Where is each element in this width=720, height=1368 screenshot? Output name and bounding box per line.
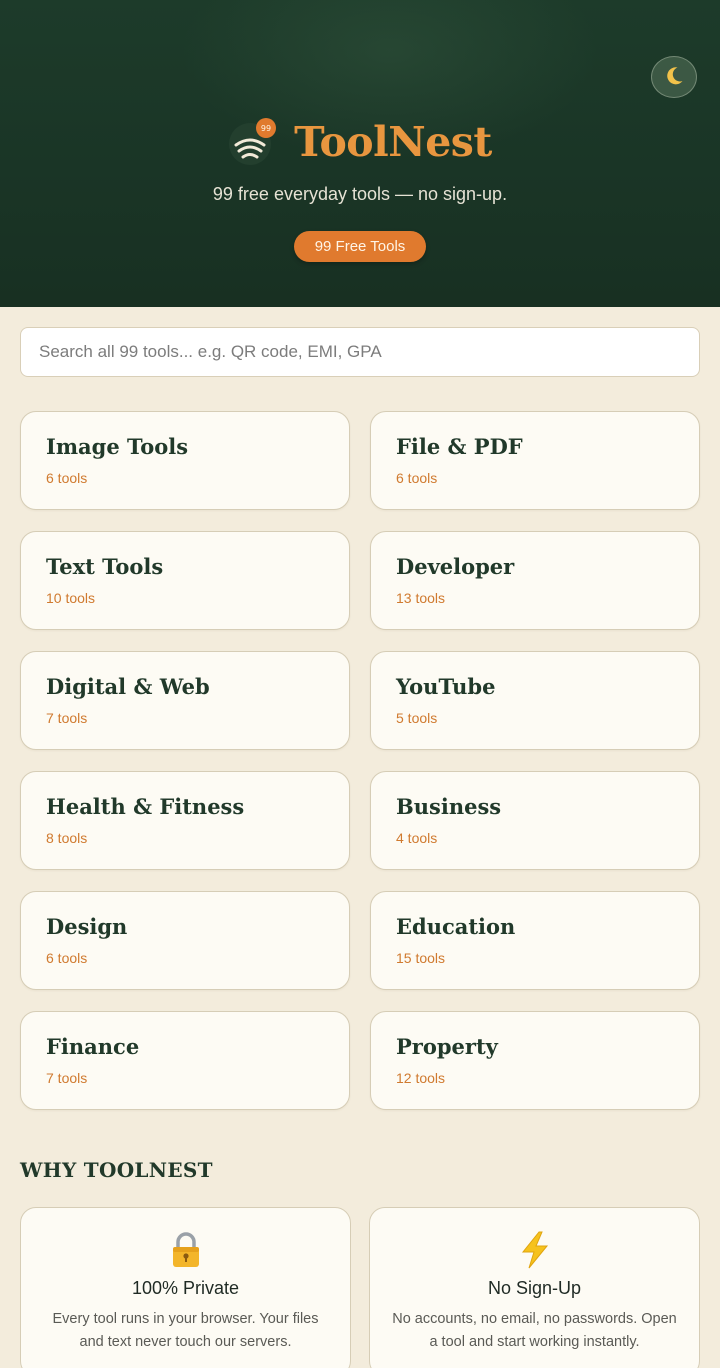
free-tools-badge[interactable]: 99 Free Tools bbox=[294, 231, 426, 262]
category-count: 7 tools bbox=[46, 710, 88, 726]
logo-icon: 99 bbox=[228, 117, 278, 167]
category-title: Finance bbox=[46, 1034, 140, 1059]
category-title: Developer bbox=[396, 554, 515, 579]
category-card-education[interactable]: Education 15 tools bbox=[370, 891, 700, 990]
lock-icon bbox=[21, 1230, 350, 1270]
category-card-business[interactable]: Business 4 tools bbox=[370, 771, 700, 870]
category-count: 15 tools bbox=[396, 950, 446, 966]
category-grid: Image Tools 6 tools File & PDF 6 tools T… bbox=[20, 411, 700, 1110]
category-count: 6 tools bbox=[396, 470, 438, 486]
lightning-icon bbox=[370, 1230, 699, 1270]
category-count: 6 tools bbox=[46, 470, 88, 486]
brand: 99 ToolNest bbox=[0, 114, 720, 170]
why-title: 100% Private bbox=[131, 1278, 240, 1298]
moon-icon bbox=[662, 64, 686, 91]
category-card-image-tools[interactable]: Image Tools 6 tools bbox=[20, 411, 350, 510]
category-title: Design bbox=[46, 914, 128, 939]
category-title: Digital & Web bbox=[46, 674, 210, 699]
category-count: 8 tools bbox=[46, 830, 88, 846]
why-title: No Sign-Up bbox=[487, 1278, 582, 1298]
category-card-design[interactable]: Design 6 tools bbox=[20, 891, 350, 990]
why-text: No accounts, no email, no passwords. Ope… bbox=[392, 1311, 677, 1350]
category-title: Health & Fitness bbox=[46, 794, 245, 819]
category-card-health-fitness[interactable]: Health & Fitness 8 tools bbox=[20, 771, 350, 870]
category-count: 7 tools bbox=[46, 1070, 88, 1086]
search-input[interactable] bbox=[20, 327, 700, 377]
category-count: 4 tools bbox=[396, 830, 438, 846]
category-card-text-tools[interactable]: Text Tools 10 tools bbox=[20, 531, 350, 630]
logo-badge-text: 99 bbox=[261, 124, 271, 133]
hero-header: 99 ToolNest 99 free everyday tools — no … bbox=[0, 0, 720, 307]
category-title: Education bbox=[396, 914, 516, 939]
theme-toggle-button[interactable] bbox=[651, 56, 697, 98]
why-section: 100% Private Every tool runs in your bro… bbox=[20, 1207, 700, 1368]
category-card-finance[interactable]: Finance 7 tools bbox=[20, 1011, 350, 1110]
category-count: 6 tools bbox=[46, 950, 88, 966]
category-title: File & PDF bbox=[396, 434, 523, 459]
category-title: YouTube bbox=[396, 674, 496, 699]
why-heading: WHY TOOLNEST bbox=[20, 1158, 213, 1182]
tagline: 99 free everyday tools — no sign-up. bbox=[212, 184, 508, 204]
category-card-developer[interactable]: Developer 13 tools bbox=[370, 531, 700, 630]
category-card-youtube[interactable]: YouTube 5 tools bbox=[370, 651, 700, 750]
category-card-digital-web[interactable]: Digital & Web 7 tools bbox=[20, 651, 350, 750]
brand-name: ToolNest bbox=[294, 118, 492, 166]
category-title: Image Tools bbox=[46, 434, 189, 459]
why-text: Every tool runs in your browser. Your fi… bbox=[52, 1311, 319, 1350]
category-title: Business bbox=[396, 794, 502, 819]
category-card-property[interactable]: Property 12 tools bbox=[370, 1011, 700, 1110]
category-card-file-pdf[interactable]: File & PDF 6 tools bbox=[370, 411, 700, 510]
category-count: 5 tools bbox=[396, 710, 438, 726]
category-count: 13 tools bbox=[396, 590, 446, 606]
why-card-no-signup: No Sign-Up No accounts, no email, no pas… bbox=[369, 1207, 700, 1368]
category-title: Property bbox=[396, 1034, 498, 1059]
category-count: 10 tools bbox=[46, 590, 96, 606]
category-count: 12 tools bbox=[396, 1070, 446, 1086]
why-card-private: 100% Private Every tool runs in your bro… bbox=[20, 1207, 351, 1368]
category-title: Text Tools bbox=[46, 554, 164, 579]
